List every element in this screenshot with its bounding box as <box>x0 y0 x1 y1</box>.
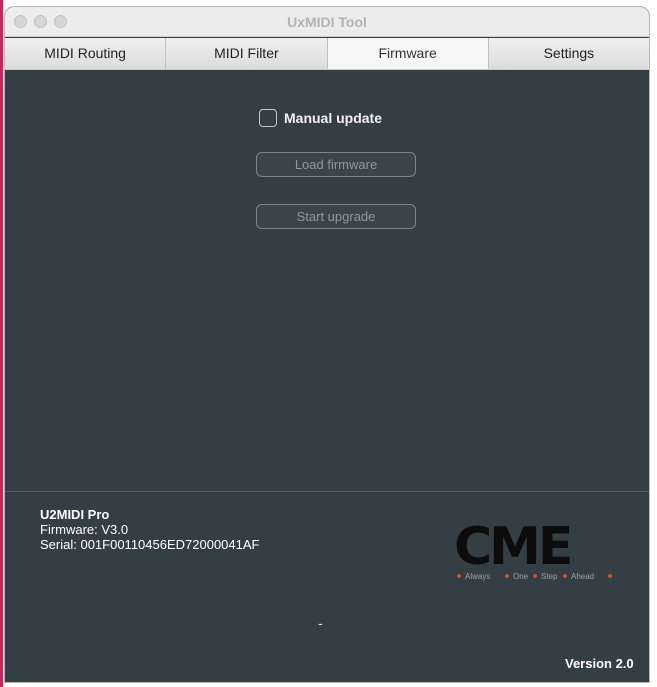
tagline-word: One <box>513 572 529 581</box>
logo-brand: CME <box>454 517 570 577</box>
tagline-word: Step <box>541 572 558 581</box>
start-upgrade-button[interactable]: Start upgrade <box>256 204 416 229</box>
app-version: Version 2.0 <box>565 656 634 671</box>
firmware-version: Firmware: V3.0 <box>40 522 129 537</box>
tagline-dot <box>533 574 537 578</box>
tab-midi-routing[interactable]: MIDI Routing <box>5 38 167 69</box>
tagline-word: Ahead <box>571 572 594 581</box>
serial-number: Serial: 001F00110456ED72000041AF <box>40 537 260 552</box>
manual-update-row[interactable]: Manual update <box>259 109 382 127</box>
window-title: UxMIDI Tool <box>287 14 367 30</box>
left-window-edge <box>0 0 3 687</box>
tagline-dot <box>505 574 509 578</box>
tagline-dot <box>563 574 567 578</box>
manual-update-label: Manual update <box>284 110 383 126</box>
tab-midi-filter[interactable]: MIDI Filter <box>166 38 328 69</box>
tab-firmware[interactable]: Firmware <box>327 38 489 69</box>
device-info: U2MIDI Pro Firmware: V3.0 Serial: 001F00… <box>40 507 259 552</box>
tagline-word: Always <box>465 572 490 581</box>
tab-bar: MIDI Routing MIDI Filter Firmware Settin… <box>5 38 649 70</box>
firmware-panel: Manual update Load firmware Start upgrad… <box>5 70 649 492</box>
load-firmware-button[interactable]: Load firmware <box>256 152 416 177</box>
tab-settings[interactable]: Settings <box>488 38 649 69</box>
device-name: U2MIDI Pro <box>40 507 110 522</box>
tagline-dot <box>608 574 612 578</box>
tagline-dot <box>457 574 461 578</box>
title-bar[interactable]: UxMIDI Tool <box>5 7 649 37</box>
manual-update-checkbox[interactable] <box>259 109 277 127</box>
cme-logo: CME Always One Step Ahead <box>454 517 612 581</box>
status-indicator: - <box>318 615 323 631</box>
